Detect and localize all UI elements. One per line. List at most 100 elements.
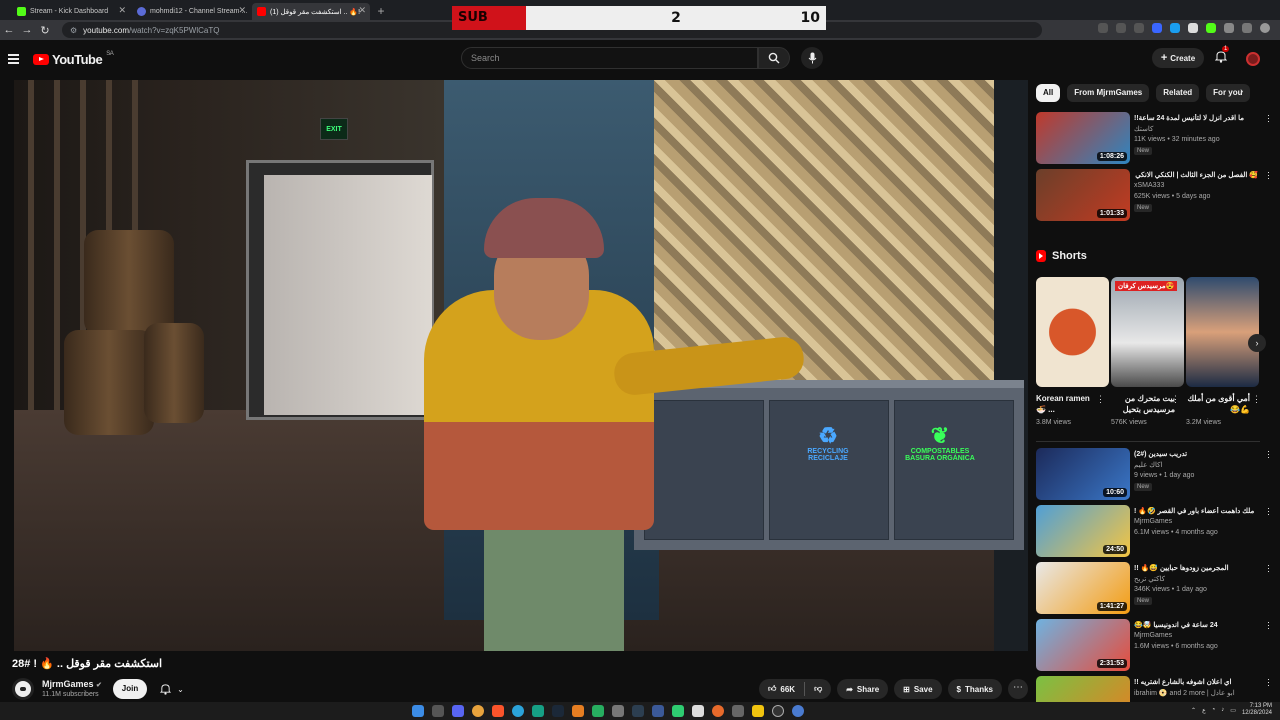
puzzle-icon[interactable] <box>1242 23 1252 33</box>
volume-icon[interactable]: ♪ <box>1221 707 1224 713</box>
subscription-bell-button[interactable]: ⌄ <box>154 679 190 699</box>
recommendation-item[interactable]: 2:31:53 24 ساعة في اندونيسيا 🤯😂 MjrmGame… <box>1036 619 1274 671</box>
like-button[interactable]: 👍︎ 66K <box>759 679 804 699</box>
install-icon[interactable] <box>1116 23 1126 33</box>
chip-all[interactable]: All <box>1036 84 1061 102</box>
profile-icon[interactable] <box>1260 23 1270 33</box>
obs-icon[interactable] <box>772 705 784 717</box>
short-title[interactable]: Korean ramen 🍜 ... <box>1036 393 1100 415</box>
back-icon[interactable]: ← <box>0 24 18 36</box>
recommendation-channel[interactable]: MjrmGames <box>1134 518 1172 525</box>
site-info-icon[interactable]: ⚙ <box>70 26 77 35</box>
short-title[interactable]: بيت متحرك من مرسيدس بتحيل <box>1111 393 1175 415</box>
kebab-menu-icon[interactable]: ⋮ <box>1252 394 1261 405</box>
video-player[interactable]: EXIT ♻ RECYCLING RECICLAJE ❦ COMPOSTABLE… <box>14 80 1028 651</box>
app-icon[interactable] <box>732 705 744 717</box>
dislike-button[interactable]: 👎︎ <box>805 679 831 699</box>
notifications-button[interactable] <box>1214 50 1228 66</box>
short-title[interactable]: أمي أقوى من أملك 💪😂 <box>1186 393 1250 415</box>
chip-from-channel[interactable]: From MjrmGames <box>1067 84 1150 102</box>
browser-tab-youtube[interactable]: (1) استكشفت مقر قوقل .. 🔥! ✕ <box>252 3 370 20</box>
app-icon[interactable] <box>792 705 804 717</box>
app-icon[interactable] <box>632 705 644 717</box>
recommendation-item[interactable]: 1:08:26 ما اقدر انزل لا لتأنيس لمدة 24 س… <box>1036 112 1274 164</box>
share-button[interactable]: ➦ Share <box>837 679 889 699</box>
channel-name[interactable]: MjrmGames ✔ <box>42 679 102 689</box>
kebab-menu-icon[interactable]: ⋯ <box>1264 507 1274 516</box>
menu-icon[interactable] <box>8 52 19 66</box>
discord-icon[interactable] <box>452 705 464 717</box>
recommendation-channel[interactable]: MjrmGames <box>1134 632 1172 639</box>
search-icon[interactable] <box>432 705 444 717</box>
kebab-menu-icon[interactable]: ⋯ <box>1264 171 1274 180</box>
video-thumbnail[interactable]: 1:08:26 <box>1036 112 1130 164</box>
tray-chevron-icon[interactable]: ⌃ <box>1191 707 1196 714</box>
battery-icon[interactable]: ▭ <box>1230 707 1236 714</box>
youtube-logo[interactable]: YouTube SA <box>33 51 114 67</box>
channel-avatar[interactable] <box>12 678 34 700</box>
extension-icon[interactable] <box>1206 23 1216 33</box>
app-icon[interactable] <box>672 705 684 717</box>
kebab-menu-icon[interactable]: ⋯ <box>1264 678 1274 687</box>
close-icon[interactable]: ✕ <box>118 5 126 16</box>
close-icon[interactable]: ✕ <box>358 5 366 16</box>
edge-icon[interactable] <box>512 705 524 717</box>
new-tab-button[interactable]: + <box>374 4 388 18</box>
roblox-icon[interactable] <box>692 705 704 717</box>
recommendation-title[interactable]: 24 ساعة في اندونيسيا 🤯😂 <box>1134 621 1258 631</box>
recommendation-channel[interactable]: كاكتي تربح <box>1134 575 1165 583</box>
kebab-menu-icon[interactable]: ⋮ <box>1096 394 1105 405</box>
kebab-menu-icon[interactable]: ⋯ <box>1264 564 1274 573</box>
shorts-next-button[interactable]: › <box>1248 334 1266 352</box>
kebab-menu-icon[interactable]: ⋮ <box>1171 394 1180 405</box>
bookmark-star-icon[interactable] <box>1134 23 1144 33</box>
extension-icon[interactable] <box>1188 23 1198 33</box>
thanks-button[interactable]: $ Thanks <box>947 679 1002 699</box>
save-button[interactable]: ⊞ Save <box>894 679 942 699</box>
short-thumbnail[interactable] <box>1036 277 1109 387</box>
reload-icon[interactable]: ↻ <box>36 24 54 37</box>
short-thumbnail[interactable]: مرسيدس كرفان😍 <box>1111 277 1184 387</box>
recommendation-item[interactable]: 24:50 ملك داهمت أعضاء باور في القصر 🤣🔥 !… <box>1036 505 1274 557</box>
forward-icon[interactable]: → <box>18 24 36 36</box>
extension-icon[interactable] <box>1170 23 1180 33</box>
video-thumbnail[interactable]: 24:50 <box>1036 505 1130 557</box>
kebab-menu-icon[interactable]: ⋯ <box>1264 450 1274 459</box>
search-button[interactable] <box>758 47 790 69</box>
extension-icon[interactable] <box>1152 23 1162 33</box>
browser-tab-kick[interactable]: Stream - Kick Dashboard ✕ <box>12 3 130 20</box>
recommendation-item[interactable]: 1:01:33 🥰 الفصل من الجزء الثالث | الكنكي… <box>1036 169 1274 221</box>
short-thumbnail[interactable] <box>1186 277 1259 387</box>
firefox-icon[interactable] <box>712 705 724 717</box>
recommendation-item[interactable]: اي اعلان اشوفه بالشارع اشتريه !! ibrahim… <box>1036 676 1274 702</box>
voice-search-button[interactable] <box>801 47 823 69</box>
clock[interactable]: 7:13 PM 12/28/2024 <box>1242 703 1272 717</box>
recommendation-channel[interactable]: كاستك <box>1134 125 1153 133</box>
browser-tab-channel[interactable]: mohmdi12 - Channel Stream ... ✕ <box>132 3 250 20</box>
create-button[interactable]: + Create <box>1152 48 1204 68</box>
wifi-icon[interactable]: ◔ <box>1212 707 1216 713</box>
kebab-menu-icon[interactable]: ⋯ <box>1264 621 1274 630</box>
search-input[interactable]: Search <box>461 47 758 69</box>
chrome-icon[interactable] <box>472 705 484 717</box>
recommendation-item[interactable]: 10:60 تدريب سيدين (#2) اكاك عليم 9 views… <box>1036 448 1274 500</box>
video-thumbnail[interactable] <box>1036 676 1130 702</box>
app-icon[interactable] <box>652 705 664 717</box>
recommendation-title[interactable]: المجرمين زودوها حبايين 😅🔥 !! <box>1134 564 1258 574</box>
recommendation-channel[interactable]: اكاك عليم <box>1134 461 1162 469</box>
extension-icon[interactable] <box>1224 23 1234 33</box>
windows-start-icon[interactable] <box>412 705 424 717</box>
account-avatar[interactable] <box>1246 52 1260 66</box>
recommendation-title[interactable]: 🥰 الفصل من الجزء الثالث | الكنكي الانكي … <box>1134 171 1258 181</box>
recommendation-title[interactable]: اي اعلان اشوفه بالشارع اشتريه !! <box>1134 678 1258 688</box>
app-icon[interactable] <box>592 705 604 717</box>
recommendation-title[interactable]: ملك داهمت أعضاء باور في القصر 🤣🔥 ! <box>1134 507 1258 517</box>
kebab-menu-icon[interactable]: ⋯ <box>1264 114 1274 123</box>
recommendation-channel[interactable]: xSMA333 <box>1134 182 1164 189</box>
app-icon[interactable] <box>612 705 624 717</box>
language-icon[interactable]: ع <box>1202 707 1206 714</box>
brave-icon[interactable] <box>492 705 504 717</box>
chevron-right-icon[interactable]: › <box>1240 86 1243 97</box>
more-actions-button[interactable]: ⋯ <box>1008 679 1028 699</box>
zoom-icon[interactable] <box>1098 23 1108 33</box>
